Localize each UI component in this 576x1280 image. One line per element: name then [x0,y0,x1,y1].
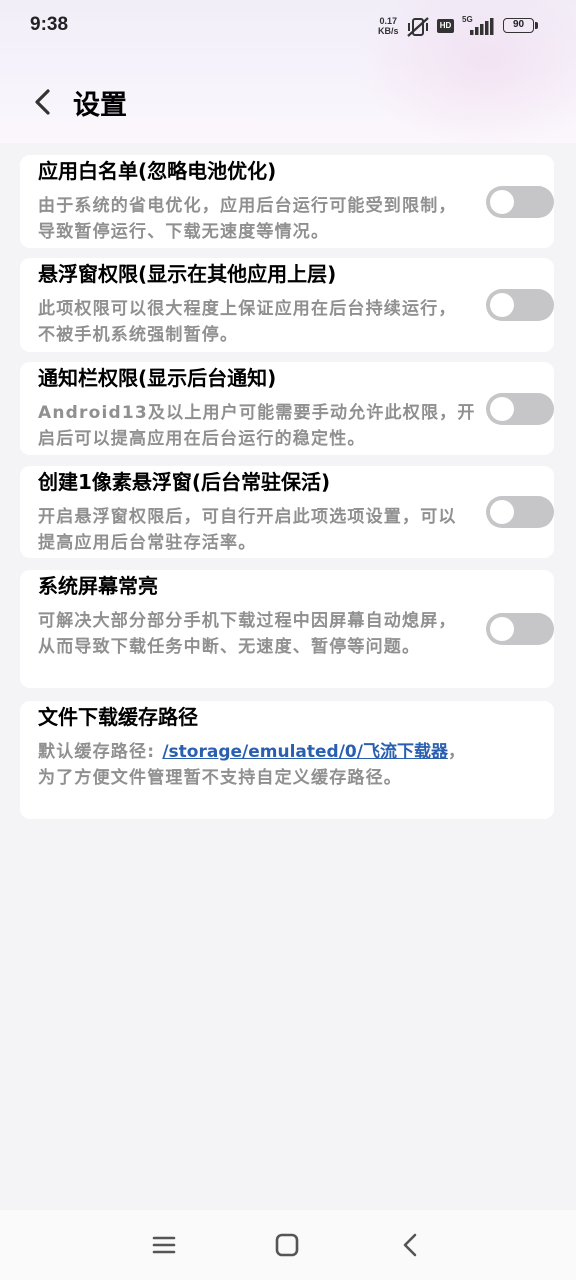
setting-title: 悬浮窗权限(显示在其他应用上层) [38,262,337,286]
battery-whitelist-toggle[interactable] [486,186,554,218]
setting-description: 开启悬浮窗权限后，可自行开启此项选项设置，可以提高应用后台常驻存活率。 [38,507,457,553]
network-speed-unit: KB/s [378,26,399,36]
nav-back-icon [403,1233,417,1257]
setting-pixel-window: 创建1像素悬浮窗(后台常驻保活) 开启悬浮窗权限后，可自行开启此项选项设置，可以… [20,466,554,558]
page-title: 设置 [73,90,127,121]
setting-title: 文件下载缓存路径 [38,705,198,729]
setting-battery-whitelist: 应用白名单(忽略电池优化) 由于系统的省电优化，应用后台运行可能受到限制，导致暂… [20,155,554,248]
app-header: 设置 [0,70,576,134]
network-speed-value: 0.17 [379,16,398,26]
home-icon [275,1233,299,1257]
nav-back-button[interactable] [396,1230,426,1260]
toggle-knob [490,190,514,214]
navigation-bar [0,1210,576,1280]
home-button[interactable] [272,1230,302,1260]
setting-title: 应用白名单(忽略电池优化) [38,159,277,183]
setting-title: 通知栏权限(显示后台通知) [38,366,277,390]
chevron-left-icon [35,89,50,115]
toggle-knob [490,500,514,524]
setting-description: Android13及以上用户可能需要手动允许此权限，开启后可以提高应用在后台运行… [38,403,476,449]
overlay-permission-toggle[interactable] [486,289,554,321]
cache-path-link[interactable]: /storage/emulated/0/飞流下载器 [162,742,448,762]
screen-keep-on-toggle[interactable] [486,613,554,645]
setting-notification-permission: 通知栏权限(显示后台通知) Android13及以上用户可能需要手动允许此权限，… [20,362,554,455]
network-speed: 0.17 KB/s [378,16,399,36]
toggle-knob [490,397,514,421]
setting-overlay-permission: 悬浮窗权限(显示在其他应用上层) 此项权限可以很大程度上保证应用在后台持续运行，… [20,258,554,352]
vibrate-mute-icon [407,17,429,37]
setting-screen-keep-on: 系统屏幕常亮 可解决大部分部分手机下载过程中因屏幕自动熄屏，从而导致下载任务中断… [20,570,554,688]
toggle-knob [490,293,514,317]
setting-description: 此项权限可以很大程度上保证应用在后台持续运行，不被手机系统强制暂停。 [38,299,457,345]
recent-apps-button[interactable] [149,1230,179,1260]
setting-title: 系统屏幕常亮 [38,574,158,598]
signal-icon [470,18,494,35]
menu-icon [152,1236,176,1254]
toggle-knob [490,617,514,641]
battery-icon: 90 [503,18,534,33]
setting-description: 默认缓存路径: /storage/emulated/0/飞流下载器，为了方便文件… [38,739,474,791]
setting-title: 创建1像素悬浮窗(后台常驻保活) [38,470,331,494]
hd-badge: HD [437,19,454,33]
status-bar: 9:38 0.17 KB/s HD 5G 90 [0,0,576,54]
pixel-window-toggle[interactable] [486,496,554,528]
setting-description: 由于系统的省电优化，应用后台运行可能受到限制，导致暂停运行、下载无速度等情况。 [38,196,457,242]
setting-cache-path: 文件下载缓存路径 默认缓存路径: /storage/emulated/0/飞流下… [20,701,554,819]
status-time: 9:38 [30,14,69,35]
back-button[interactable] [28,84,64,120]
setting-description: 可解决大部分部分手机下载过程中因屏幕自动熄屏，从而导致下载任务中断、无速度、暂停… [38,611,457,657]
battery-tip [535,22,538,29]
notification-permission-toggle[interactable] [486,393,554,425]
cache-path-prefix: 默认缓存路径: [38,742,163,762]
